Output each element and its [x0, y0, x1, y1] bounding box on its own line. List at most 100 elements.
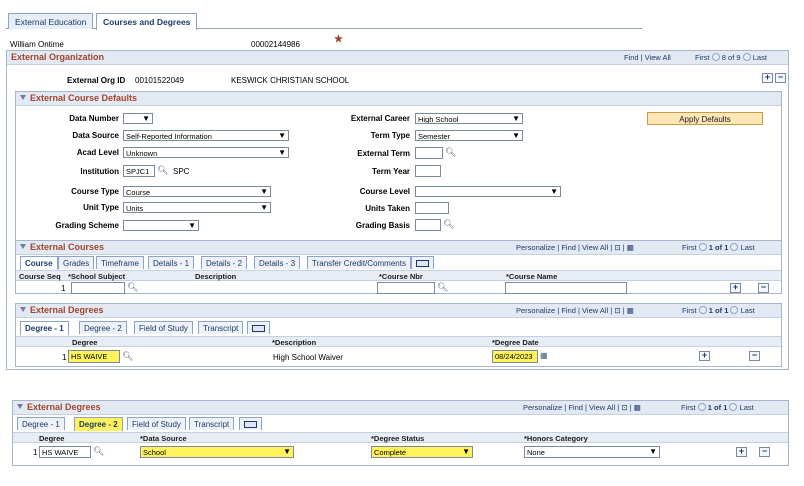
- show-all-columns-icon[interactable]: [247, 321, 270, 334]
- view-all-link[interactable]: View All: [589, 403, 615, 412]
- subtab-transcript[interactable]: Transcript: [198, 321, 244, 334]
- zoom-icon[interactable]: ⊡: [621, 403, 627, 412]
- find-link[interactable]: Find: [568, 403, 583, 412]
- honors-category-select[interactable]: None ▼: [524, 446, 660, 458]
- view-all-link[interactable]: View All: [645, 53, 671, 62]
- apply-defaults-button[interactable]: Apply Defaults: [647, 112, 763, 125]
- zoom-icon[interactable]: ⊡: [614, 243, 620, 252]
- find-link[interactable]: Find: [561, 243, 576, 252]
- personalize-link[interactable]: Personalize: [523, 403, 562, 412]
- delete-degree-button[interactable]: −: [759, 447, 770, 457]
- first-link[interactable]: First: [682, 306, 697, 315]
- last-link[interactable]: Last: [741, 306, 755, 315]
- last-link[interactable]: Last: [740, 403, 754, 412]
- data-source-select[interactable]: Self-Reported Information ▼: [123, 130, 289, 141]
- subtab-field-of-study[interactable]: Field of Study: [127, 417, 186, 430]
- subtab-field-of-study[interactable]: Field of Study: [134, 321, 193, 334]
- course-name-input[interactable]: [505, 282, 627, 294]
- external-term-input[interactable]: [415, 147, 443, 159]
- unit-type-select[interactable]: Units ▼: [123, 202, 271, 213]
- subtab-transcript[interactable]: Transcript: [189, 417, 235, 430]
- download-icon[interactable]: ▦: [627, 243, 634, 252]
- acad-level-select[interactable]: Unknown ▼: [123, 147, 289, 158]
- external-courses-title[interactable]: External Courses: [20, 242, 104, 252]
- find-link[interactable]: Find: [561, 306, 576, 315]
- term-type-select[interactable]: Semester ▼: [415, 130, 523, 141]
- subtab-course[interactable]: Course: [20, 256, 58, 270]
- degree-date-input[interactable]: 08/24/2023: [492, 350, 538, 363]
- search-icon[interactable]: 🔍︎: [157, 165, 168, 176]
- search-icon[interactable]: 🔍︎: [443, 219, 454, 230]
- prev-icon[interactable]: [698, 243, 707, 251]
- personalize-link[interactable]: Personalize: [516, 306, 555, 315]
- institution-input[interactable]: SPJC1: [123, 165, 155, 177]
- subtab-degree-1[interactable]: Degree - 1: [20, 321, 69, 335]
- units-taken-input[interactable]: [415, 202, 449, 214]
- download-icon[interactable]: ▦: [634, 403, 641, 412]
- collapse-icon[interactable]: [20, 95, 26, 100]
- show-all-columns-icon[interactable]: [411, 256, 434, 269]
- download-icon[interactable]: ▦: [627, 306, 634, 315]
- search-icon[interactable]: 🔍︎: [437, 282, 448, 293]
- next-icon[interactable]: [730, 243, 739, 251]
- view-all-link[interactable]: View All: [582, 306, 608, 315]
- course-defaults-title[interactable]: External Course Defaults: [20, 93, 137, 103]
- add-org-button[interactable]: +: [762, 73, 773, 83]
- personalize-link[interactable]: Personalize: [516, 243, 555, 252]
- add-degree-button[interactable]: +: [699, 351, 710, 361]
- data-source-select[interactable]: School ▼: [140, 446, 294, 458]
- find-link[interactable]: Find: [624, 53, 639, 62]
- prev-icon[interactable]: [711, 53, 720, 61]
- degree-input[interactable]: HS WAIVE: [39, 446, 91, 458]
- subtab-grades[interactable]: Grades: [58, 256, 95, 269]
- external-degrees-2-title[interactable]: External Degrees: [17, 402, 101, 412]
- last-link[interactable]: Last: [741, 243, 755, 252]
- tab-courses-and-degrees[interactable]: Courses and Degrees: [96, 13, 198, 30]
- add-course-button[interactable]: +: [730, 283, 741, 293]
- search-icon[interactable]: 🔍︎: [93, 446, 104, 457]
- calendar-icon[interactable]: ▦: [540, 351, 548, 360]
- last-link[interactable]: Last: [753, 53, 767, 62]
- subtab-degree-1[interactable]: Degree - 1: [17, 417, 65, 430]
- course-level-select[interactable]: ▼: [415, 186, 561, 197]
- subtab-details-1[interactable]: Details - 1: [148, 256, 195, 269]
- next-icon[interactable]: [742, 53, 751, 61]
- delete-org-button[interactable]: −: [775, 73, 786, 83]
- search-icon[interactable]: 🔍︎: [445, 147, 456, 158]
- grading-basis-input[interactable]: [415, 219, 441, 231]
- prev-icon[interactable]: [698, 306, 707, 314]
- first-link[interactable]: First: [682, 243, 697, 252]
- collapse-icon[interactable]: [17, 404, 23, 409]
- data-number-select[interactable]: ▼: [123, 113, 153, 124]
- delete-degree-button[interactable]: −: [749, 351, 760, 361]
- first-link[interactable]: First: [681, 403, 696, 412]
- external-degrees-title[interactable]: External Degrees: [20, 305, 104, 315]
- subtab-transfer-credit[interactable]: Transfer Credit/Comments: [307, 256, 411, 269]
- subtab-timeframe[interactable]: Timeframe: [96, 256, 144, 269]
- next-icon[interactable]: [730, 306, 739, 314]
- subtab-details-2[interactable]: Details - 2: [201, 256, 248, 269]
- course-type-select[interactable]: Course ▼: [123, 186, 271, 197]
- collapse-icon[interactable]: [20, 244, 26, 249]
- add-degree-button[interactable]: +: [736, 447, 747, 457]
- prev-icon[interactable]: [697, 403, 706, 411]
- subtab-degree-2[interactable]: Degree - 2: [79, 321, 127, 334]
- view-all-link[interactable]: View All: [582, 243, 608, 252]
- tab-external-education[interactable]: External Education: [8, 13, 94, 29]
- collapse-icon[interactable]: [20, 307, 26, 312]
- search-icon[interactable]: 🔍︎: [127, 282, 138, 293]
- school-subject-input[interactable]: [71, 282, 125, 294]
- course-nbr-input[interactable]: [377, 282, 435, 294]
- term-year-input[interactable]: [415, 165, 441, 177]
- subtab-details-3[interactable]: Details - 3: [254, 256, 301, 269]
- degree-input[interactable]: HS WAIVE: [68, 350, 120, 363]
- subtab-degree-2[interactable]: Degree - 2: [74, 417, 123, 431]
- next-icon[interactable]: [729, 403, 738, 411]
- zoom-icon[interactable]: ⊡: [614, 306, 620, 315]
- degree-status-select[interactable]: Complete ▼: [371, 446, 473, 458]
- first-link[interactable]: First: [695, 53, 710, 62]
- grading-scheme-select[interactable]: ▼: [123, 220, 199, 231]
- external-career-select[interactable]: High School ▼: [415, 113, 523, 124]
- show-all-columns-icon[interactable]: [239, 417, 262, 430]
- delete-course-button[interactable]: −: [758, 283, 769, 293]
